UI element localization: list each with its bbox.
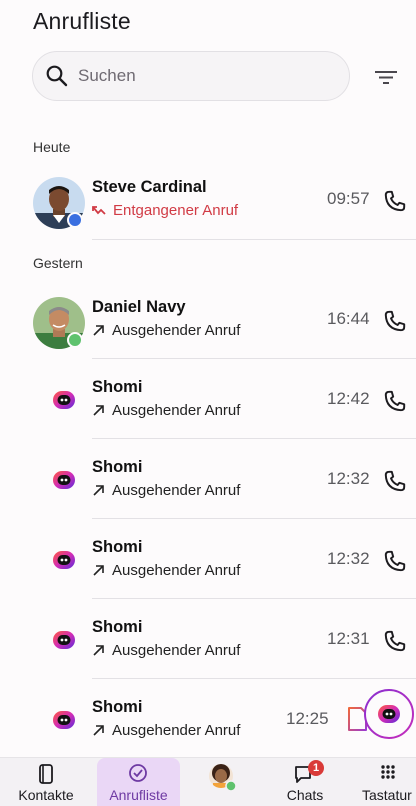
call-row[interactable]: Daniel Navy Ausgehender Anruf 16:44 [0, 285, 416, 365]
call-status: Ausgehender Anruf [92, 722, 240, 739]
chats-unread-badge: 1 [308, 760, 324, 776]
call-status: Ausgehender Anruf [92, 562, 240, 579]
call-row[interactable]: Steve Cardinal Entgangener Anruf 09:57 [0, 165, 416, 245]
call-row[interactable]: Shomi Ausgehender Anruf 12:25 [0, 685, 416, 765]
divider [92, 358, 416, 359]
nav-chats-label: Chats [286, 787, 324, 803]
shomi-bot-icon [53, 391, 75, 409]
call-status-text: Ausgehender Anruf [112, 722, 241, 739]
call-history-icon [129, 764, 147, 782]
outgoing-call-icon [93, 725, 104, 736]
call-status: Ausgehender Anruf [92, 642, 240, 659]
shomi-assistant-button[interactable] [363, 688, 415, 740]
call-row[interactable]: Shomi Ausgehender Anruf 12:32 [0, 525, 416, 605]
avatar [33, 177, 85, 229]
call-time: 12:31 [327, 629, 370, 648]
call-time: 09:57 [327, 189, 370, 208]
search-icon [46, 65, 68, 87]
call-time: 16:44 [327, 309, 370, 328]
call-status-text: Ausgehender Anruf [112, 482, 241, 499]
nav-profile[interactable] [198, 758, 248, 806]
call-row[interactable]: Shomi Ausgehender Anruf 12:31 [0, 605, 416, 685]
nav-contacts[interactable]: Kontakte [6, 758, 86, 806]
call-status: Ausgehender Anruf [92, 322, 240, 339]
outgoing-call-icon [93, 405, 104, 416]
contact-name: Shomi [92, 458, 143, 476]
contact-name: Shomi [92, 378, 143, 396]
contact-name: Shomi [92, 698, 143, 716]
call-status: Ausgehender Anruf [92, 402, 240, 419]
shomi-bot-icon [53, 551, 75, 569]
outgoing-call-icon [93, 325, 104, 336]
section-today: Heute [33, 139, 71, 155]
nav-call-history-label: Anrufliste [109, 787, 168, 803]
call-row[interactable]: Shomi Ausgehender Anruf 12:32 [0, 445, 416, 525]
contacts-icon [39, 764, 53, 784]
divider [92, 598, 416, 599]
phone-icon[interactable] [382, 388, 408, 414]
divider [92, 239, 416, 240]
keypad-icon [381, 765, 395, 779]
nav-contacts-label: Kontakte [18, 787, 74, 803]
outgoing-call-icon [93, 485, 104, 496]
nav-keypad-label: Tastatur [362, 787, 412, 803]
profile-avatar [209, 764, 237, 792]
shomi-bot-icon [53, 471, 75, 489]
contact-name: Shomi [92, 618, 143, 636]
nav-chats[interactable]: 1 Chats [271, 758, 339, 806]
call-status-text: Ausgehender Anruf [112, 322, 241, 339]
phone-icon[interactable] [382, 548, 408, 574]
call-row[interactable]: Shomi Ausgehender Anruf 12:42 [0, 365, 416, 445]
call-time: 12:32 [327, 469, 370, 488]
phone-icon[interactable] [382, 468, 408, 494]
contact-name: Steve Cardinal [92, 178, 207, 196]
call-status: Entgangener Anruf [92, 202, 238, 219]
call-status-text: Ausgehender Anruf [112, 402, 241, 419]
call-status-text: Ausgehender Anruf [112, 642, 241, 659]
phone-icon[interactable] [382, 188, 408, 214]
outgoing-call-icon [93, 645, 104, 656]
missed-call-icon [92, 205, 106, 215]
phone-icon[interactable] [382, 628, 408, 654]
avatar [33, 297, 85, 349]
outgoing-call-icon [93, 565, 104, 576]
call-time: 12:42 [327, 389, 370, 408]
shomi-bot-icon [53, 631, 75, 649]
shomi-bot-icon [53, 711, 75, 729]
search-input[interactable] [78, 66, 318, 86]
call-time: 12:25 [286, 709, 329, 728]
contact-name: Shomi [92, 538, 143, 556]
divider [92, 678, 416, 679]
call-status-text: Ausgehender Anruf [112, 562, 241, 579]
divider [92, 438, 416, 439]
call-time: 12:32 [327, 549, 370, 568]
divider [92, 518, 416, 519]
call-status: Ausgehender Anruf [92, 482, 240, 499]
nav-keypad[interactable]: Tastatur [356, 758, 416, 806]
search-bar[interactable] [32, 51, 350, 101]
page-title: Anrufliste [33, 8, 131, 34]
phone-icon[interactable] [382, 308, 408, 334]
contact-name: Daniel Navy [92, 298, 186, 316]
section-yesterday: Gestern [33, 255, 83, 271]
bottom-navigation: Kontakte Anrufliste 1 Chats Tastatur [0, 757, 416, 806]
filter-icon[interactable] [374, 68, 398, 86]
call-status-text: Entgangener Anruf [113, 202, 239, 219]
nav-call-history[interactable]: Anrufliste [97, 758, 180, 806]
